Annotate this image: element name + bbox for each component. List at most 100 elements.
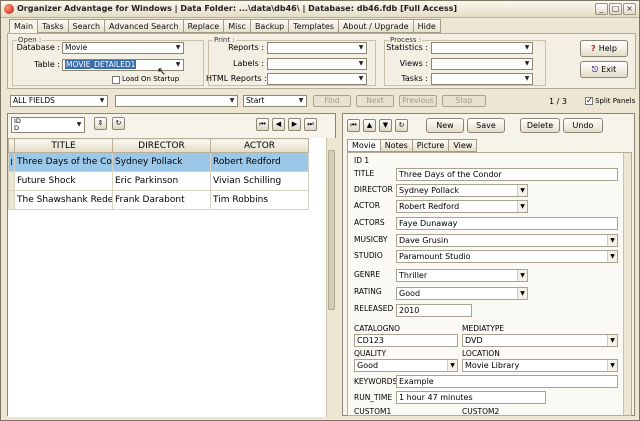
sort-order-button[interactable]: ⇕ — [94, 117, 107, 130]
director-field[interactable]: Sydney Pollack ▼ — [396, 184, 528, 197]
search-text-select[interactable]: ▼ — [115, 95, 238, 107]
chevron-down-icon: ▼ — [296, 96, 306, 106]
records-grid[interactable]: TITLE DIRECTOR ACTOR I Three Days of the… — [8, 138, 326, 417]
detail-refresh-button[interactable]: ↻ — [395, 119, 408, 132]
tab-replace[interactable]: Replace — [183, 19, 225, 33]
detail-up-button[interactable]: ▲ — [363, 119, 376, 132]
tab-hide[interactable]: Hide — [413, 19, 441, 33]
undo-button[interactable]: Undo — [563, 118, 603, 133]
first-record-button[interactable]: ⏮ — [256, 118, 269, 131]
cell-title[interactable]: Three Days of the Condor — [14, 152, 113, 172]
detail-tab-strip: Movie Notes Picture View — [347, 139, 478, 152]
tab-advanced-search[interactable]: Advanced Search — [105, 19, 184, 33]
stop-button[interactable]: Stop — [442, 95, 486, 107]
previous-button[interactable]: Previous — [399, 95, 437, 107]
column-header-actor[interactable]: ACTOR — [210, 138, 309, 153]
title-label: TITLE — [354, 169, 375, 178]
tab-tasks[interactable]: Tasks — [38, 19, 69, 33]
tab-notes[interactable]: Notes — [380, 139, 413, 152]
tab-view[interactable]: View — [449, 139, 478, 152]
cell-title[interactable]: Future Shock — [14, 171, 113, 191]
genre-field[interactable]: Thriller ▼ — [396, 269, 528, 282]
views-select[interactable]: ▼ — [431, 58, 533, 70]
chevron-down-icon: ▼ — [356, 74, 366, 84]
title-field[interactable]: Three Days of the Condor — [396, 168, 618, 181]
studio-field[interactable]: Paramount Studio ▼ — [396, 250, 618, 263]
app-logo-icon — [4, 4, 14, 14]
cell-director[interactable]: Sydney Pollack — [112, 152, 211, 172]
tab-main[interactable]: Main — [9, 19, 39, 34]
close-button[interactable]: × — [623, 3, 636, 15]
table-row[interactable]: I Three Days of the Condor Sydney Pollac… — [8, 152, 309, 172]
prior-record-button[interactable]: ◀ — [272, 118, 285, 131]
cell-title[interactable]: The Shawshank Redemption — [14, 190, 113, 210]
maximize-button[interactable]: □ — [609, 3, 622, 15]
tab-templates[interactable]: Templates — [289, 19, 339, 33]
reports-select[interactable]: ▼ — [267, 42, 367, 54]
catalogno-field[interactable]: CD123 — [354, 334, 458, 347]
next-button[interactable]: Next — [356, 95, 394, 107]
cell-director[interactable]: Eric Parkinson — [112, 171, 211, 191]
mediatype-field[interactable]: DVD ▼ — [462, 334, 618, 347]
tab-movie[interactable]: Movie — [347, 139, 381, 152]
column-header-director[interactable]: DIRECTOR — [112, 138, 211, 153]
tab-about-upgrade[interactable]: About / Upgrade — [338, 19, 414, 33]
table-select-value: MOVIE_DETAILED1 — [65, 60, 137, 69]
cell-actor[interactable]: Tim Robbins — [210, 190, 309, 210]
labels-select[interactable]: ▼ — [267, 58, 367, 70]
first-record-icon: ⏮ — [350, 121, 357, 129]
split-panels-checkbox[interactable] — [585, 96, 593, 105]
load-on-startup-checkbox[interactable] — [112, 76, 120, 84]
save-button[interactable]: Save — [467, 118, 505, 133]
html-reports-select[interactable]: ▼ — [267, 73, 367, 85]
split-panels-label: Split Panels — [595, 97, 636, 105]
sort-field-select[interactable]: ID D ▼ — [11, 117, 85, 133]
tasks-select[interactable]: ▼ — [431, 73, 533, 85]
table-row[interactable]: The Shawshank Redemption Frank Darabont … — [8, 190, 309, 210]
statistics-label: Statistics : — [386, 43, 428, 52]
delete-button[interactable]: Delete — [520, 118, 560, 133]
grid-vertical-scrollbar[interactable] — [326, 138, 336, 417]
cell-actor[interactable]: Robert Redford — [210, 152, 309, 172]
actor-field[interactable]: Robert Redford ▼ — [396, 200, 528, 213]
keywords-field[interactable]: Example — [396, 375, 618, 388]
next-record-button[interactable]: ▶ — [288, 118, 301, 131]
load-on-startup-label: Load On Startup — [122, 75, 180, 83]
actors-field[interactable]: Faye Dunaway — [396, 217, 618, 230]
form-vertical-scrollbar[interactable] — [623, 153, 631, 415]
rating-label: RATING — [354, 287, 382, 296]
actor-field-value: Robert Redford — [399, 202, 460, 211]
chevron-down-icon: ▼ — [607, 235, 617, 246]
new-button[interactable]: New — [426, 118, 464, 133]
detail-first-button[interactable]: ⏮ — [347, 119, 360, 132]
refresh-button[interactable]: ↻ — [112, 117, 125, 130]
exit-button[interactable]: ⎋ Exit — [580, 61, 628, 78]
location-field[interactable]: Movie Library ▼ — [462, 359, 618, 372]
cell-actor[interactable]: Vivian Schilling — [210, 171, 309, 191]
last-record-button[interactable]: ⏭ — [304, 118, 317, 131]
tab-backup[interactable]: Backup — [250, 19, 290, 33]
database-select[interactable]: Movie ▼ — [62, 42, 184, 54]
detail-down-button[interactable]: ▼ — [379, 119, 392, 132]
rating-field[interactable]: Good ▼ — [396, 287, 528, 300]
tab-misc[interactable]: Misc — [224, 19, 251, 33]
tab-picture[interactable]: Picture — [412, 139, 450, 152]
search-field-select[interactable]: ALL FIELDS ▼ — [10, 95, 108, 107]
scrollbar-thumb[interactable] — [328, 150, 335, 310]
statistics-select[interactable]: ▼ — [431, 42, 533, 54]
released-field[interactable]: 2010 — [396, 304, 472, 317]
find-button[interactable]: Find — [313, 95, 351, 107]
search-mode-select[interactable]: Start ▼ — [243, 95, 307, 107]
chevron-down-icon: ▼ — [607, 251, 617, 262]
cell-director[interactable]: Frank Darabont — [112, 190, 211, 210]
table-row[interactable]: Future Shock Eric Parkinson Vivian Schil… — [8, 171, 309, 191]
quality-field[interactable]: Good ▼ — [354, 359, 458, 372]
record-counter: 1 / 3 — [549, 97, 567, 106]
help-button[interactable]: ? Help — [580, 40, 628, 57]
tab-search[interactable]: Search — [68, 19, 106, 33]
minimize-button[interactable]: _ — [595, 3, 608, 15]
column-header-title[interactable]: TITLE — [14, 138, 113, 153]
musicby-field[interactable]: Dave Grusin ▼ — [396, 234, 618, 247]
musicby-field-value: Dave Grusin — [399, 236, 449, 245]
runtime-field[interactable]: 1 hour 47 minutes — [396, 391, 546, 404]
